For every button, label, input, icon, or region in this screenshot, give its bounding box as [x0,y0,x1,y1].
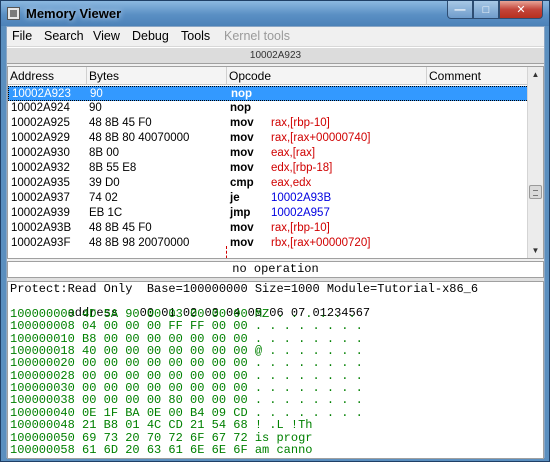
disassembly-row[interactable]: 10002A935 39 D0 cmp eax,edx [8,176,529,191]
row-operands: 10002A957 [271,207,330,219]
hex-address: 100000058 [10,442,75,457]
close-icon: ✕ [516,4,526,16]
row-bytes: 48 8B 45 F0 [89,117,152,129]
row-mnemonic: mov [230,147,254,159]
row-operands: eax,edx [271,177,312,189]
disassembly-row[interactable]: 10002A939 EB 1C jmp 10002A957 [8,206,529,221]
row-address: 10002A937 [11,192,70,204]
menu-view[interactable]: View [93,29,120,43]
column-divider[interactable] [226,67,227,85]
scroll-up-icon[interactable]: ▲ [528,67,543,82]
row-address: 10002A93F [11,237,71,249]
hex-row[interactable]: 100000058 61 6D 20 63 61 6E 6E 6F am can… [10,444,312,456]
column-opcode[interactable]: Opcode [229,69,271,83]
hex-ascii: am canno [254,442,313,457]
maximize-icon: □ [482,3,490,16]
row-bytes: 90 [89,102,102,114]
menu-search[interactable]: Search [44,29,84,43]
row-address: 10002A930 [11,147,70,159]
menu-tools[interactable]: Tools [181,29,210,43]
column-address[interactable]: Address [10,69,54,83]
row-mnemonic: mov [230,132,254,144]
disassembly-row[interactable]: 10002A923 90 nop [8,86,529,101]
row-address: 10002A932 [11,162,70,174]
window-controls: — □ ✕ [447,1,543,19]
minimize-icon: — [454,3,466,16]
disassembly-row[interactable]: 10002A937 74 02 je 10002A93B [8,191,529,206]
disassembly-row[interactable]: 10002A930 8B 00 mov eax,[rax] [8,146,529,161]
row-bytes: 48 8B 98 20070000 [89,237,190,249]
disassembly-row[interactable]: 10002A932 8B 55 E8 mov edx,[rbp-18] [8,161,529,176]
minimize-button[interactable]: — [447,1,473,19]
row-address: 10002A924 [11,102,70,114]
row-bytes: 8B 00 [89,147,120,159]
memory-viewer-window: Memory Viewer — □ ✕ File Search View Deb… [0,0,550,462]
column-divider[interactable] [86,67,87,85]
disassembly-row[interactable]: 10002A924 90 nop [8,101,529,116]
row-bytes: 90 [90,88,103,100]
column-bytes[interactable]: Bytes [89,69,119,83]
address-bar[interactable]: 10002A923 [7,47,544,64]
instruction-description: no operation [7,261,544,278]
row-operands: eax,[rax] [271,147,316,159]
disassembly-row[interactable]: 10002A929 48 8B 80 40070000 mov rax,[rax+00… [8,131,529,146]
row-mnemonic: mov [230,117,254,129]
disassembly-row[interactable]: 10002A925 48 8B 45 F0 mov rax,[rbp-10] [8,116,529,131]
row-address: 10002A93B [11,222,72,234]
row-mnemonic: jmp [230,207,251,219]
menu-file[interactable]: File [12,29,32,43]
row-mnemonic: mov [230,237,254,249]
client-area: File Search View Debug Tools Kernel tool… [6,26,545,459]
hex-view[interactable]: Protect:Read Only Base=100000000 Size=10… [7,281,544,459]
row-address: 10002A935 [11,177,70,189]
menu-kernel-tools[interactable]: Kernel tools [224,29,290,43]
row-address: 10002A939 [11,207,70,219]
row-bytes: 39 D0 [89,177,120,189]
column-comment[interactable]: Comment [429,69,481,83]
disassembler-scrollbar[interactable]: ▲ ▼ [527,67,543,258]
close-button[interactable]: ✕ [499,1,543,19]
row-mnemonic: je [230,192,240,204]
menu-debug[interactable]: Debug [132,29,169,43]
app-icon [7,7,20,20]
scroll-thumb[interactable] [529,185,542,199]
disassembler-view[interactable]: Address Bytes Opcode Comment 10002A923 90… [7,66,544,259]
row-mnemonic: mov [230,222,254,234]
disassembly-row[interactable]: 10002A93F 48 8B 98 20070000 mov rbx,[rax+00… [8,236,529,251]
row-mnemonic: cmp [230,177,254,189]
hex-bytes: 61 6D 20 63 61 6E 6E 6F [82,442,248,457]
row-mnemonic: nop [230,102,252,114]
row-bytes: EB 1C [89,207,123,219]
row-bytes: 74 02 [89,192,118,204]
jump-connector [226,246,227,258]
row-operands: edx,[rbp-18] [271,162,333,174]
disassembly-row[interactable]: 10002A93B 48 8B 45 F0 mov rax,[rbp-10] [8,221,529,236]
menu-bar: File Search View Debug Tools Kernel tool… [7,27,544,47]
row-bytes: 48 8B 80 40070000 [89,132,190,144]
window-title: Memory Viewer [26,6,122,21]
row-mnemonic: nop [231,88,253,100]
row-address: 10002A925 [11,117,70,129]
row-bytes: 48 8B 45 F0 [89,222,152,234]
row-mnemonic: mov [230,162,254,174]
column-divider[interactable] [426,67,427,85]
row-operands: 10002A93B [271,192,332,204]
disassembler-header: Address Bytes Opcode Comment [8,67,529,85]
row-address: 10002A929 [11,132,70,144]
hex-info-line: Protect:Read Only Base=100000000 Size=10… [10,282,479,296]
maximize-button[interactable]: □ [473,1,499,19]
row-operands: rax,[rbp-10] [271,222,330,234]
row-operands: rax,[rbp-10] [271,117,330,129]
row-operands: rax,[rax+00000740] [271,132,371,144]
title-bar[interactable]: Memory Viewer — □ ✕ [1,1,549,26]
row-operands: rbx,[rax+00000720] [271,237,371,249]
row-address: 10002A923 [12,88,71,100]
row-bytes: 8B 55 E8 [89,162,137,174]
scroll-down-icon[interactable]: ▼ [528,243,543,258]
